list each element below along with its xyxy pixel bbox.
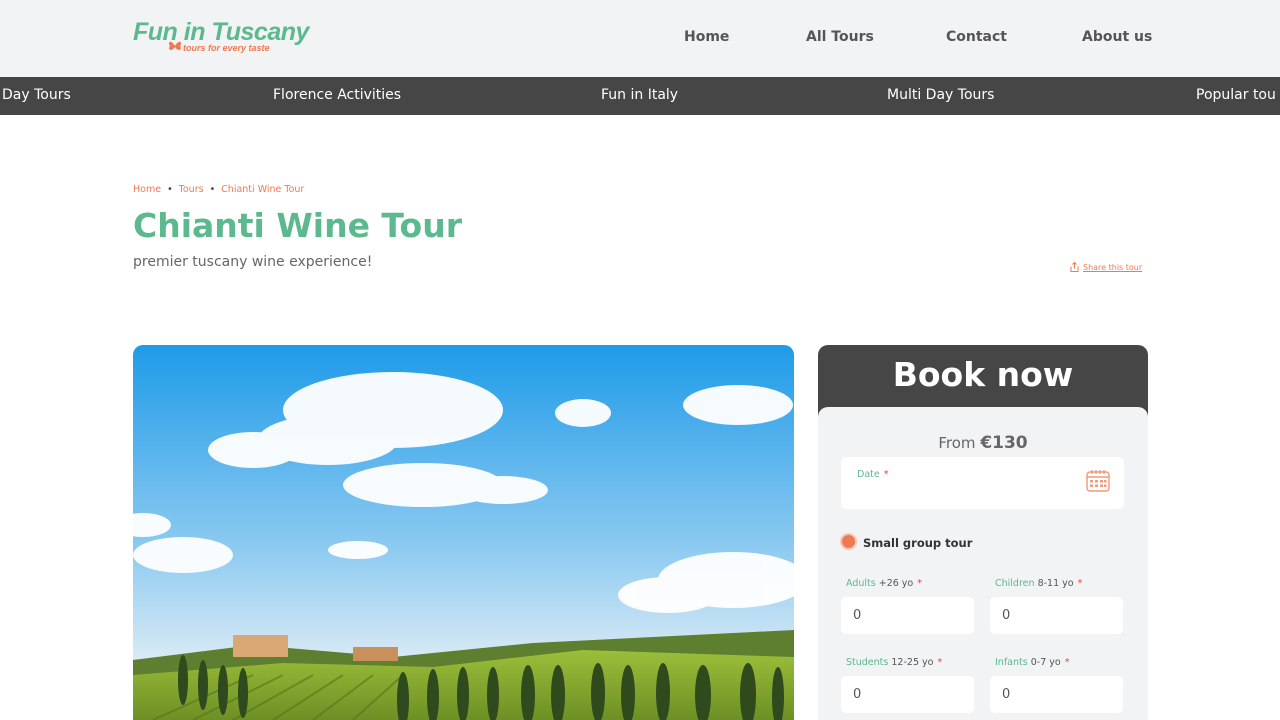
page-title: Chianti Wine Tour — [133, 206, 463, 245]
category-multi-day-tours[interactable]: Multi Day Tours — [887, 87, 994, 103]
infants-label: Infants 0-7 yo * — [995, 657, 1070, 668]
adults-label: Adults +26 yo * — [846, 578, 922, 589]
nav-contact[interactable]: Contact — [946, 29, 1007, 45]
share-label: Share this tour — [1083, 263, 1143, 272]
category-day-tours[interactable]: Day Tours — [2, 87, 71, 103]
infants-input[interactable] — [990, 676, 1123, 713]
booking-form: From €130 Date * Small group tour Adults … — [818, 407, 1148, 720]
booking-card: Book now From €130 Date * Small group tou… — [818, 345, 1148, 720]
share-icon — [1070, 261, 1079, 272]
category-bar: Day Tours Florence Activities Fun in Ita… — [0, 77, 1280, 115]
category-fun-in-italy[interactable]: Fun in Italy — [601, 87, 678, 103]
category-popular-tours[interactable]: Popular tou — [1196, 87, 1276, 103]
children-input[interactable] — [990, 597, 1123, 634]
category-florence-activities[interactable]: Florence Activities — [273, 87, 401, 103]
nav-all-tours[interactable]: All Tours — [806, 29, 874, 45]
breadcrumb: Home • Tours • Chianti Wine Tour — [133, 184, 304, 195]
price-line: From €130 — [818, 433, 1148, 453]
logo-tagline: tours for every taste — [183, 43, 270, 53]
page-subtitle: premier tuscany wine experience! — [133, 254, 373, 270]
site-logo[interactable]: Fun in Tuscany tours for every taste — [133, 18, 323, 58]
adults-input[interactable] — [841, 597, 974, 634]
butterfly-icon — [168, 41, 182, 50]
calendar-icon[interactable] — [1086, 469, 1110, 493]
children-label: Children 8-11 yo * — [995, 578, 1083, 589]
small-group-label: Small group tour — [863, 536, 973, 550]
students-label: Students 12-25 yo * — [846, 657, 943, 668]
nav-home[interactable]: Home — [684, 29, 729, 45]
breadcrumb-tours[interactable]: Tours — [179, 184, 204, 195]
tour-hero-image — [133, 345, 794, 720]
date-field[interactable]: Date * — [841, 457, 1124, 509]
breadcrumb-home[interactable]: Home — [133, 184, 161, 195]
students-input[interactable] — [841, 676, 974, 713]
site-header: Fun in Tuscany tours for every taste Hom… — [0, 0, 1280, 77]
price-value: €130 — [980, 433, 1028, 453]
booking-title: Book now — [892, 355, 1074, 394]
breadcrumb-current: Chianti Wine Tour — [221, 184, 305, 195]
share-tour-link[interactable]: Share this tour — [1070, 261, 1143, 272]
nav-about-us[interactable]: About us — [1082, 29, 1152, 45]
date-label: Date * — [857, 469, 889, 480]
small-group-radio[interactable] — [842, 535, 855, 548]
breadcrumb-separator: • — [209, 184, 216, 195]
breadcrumb-separator: • — [167, 184, 173, 195]
price-from-label: From — [938, 434, 976, 452]
